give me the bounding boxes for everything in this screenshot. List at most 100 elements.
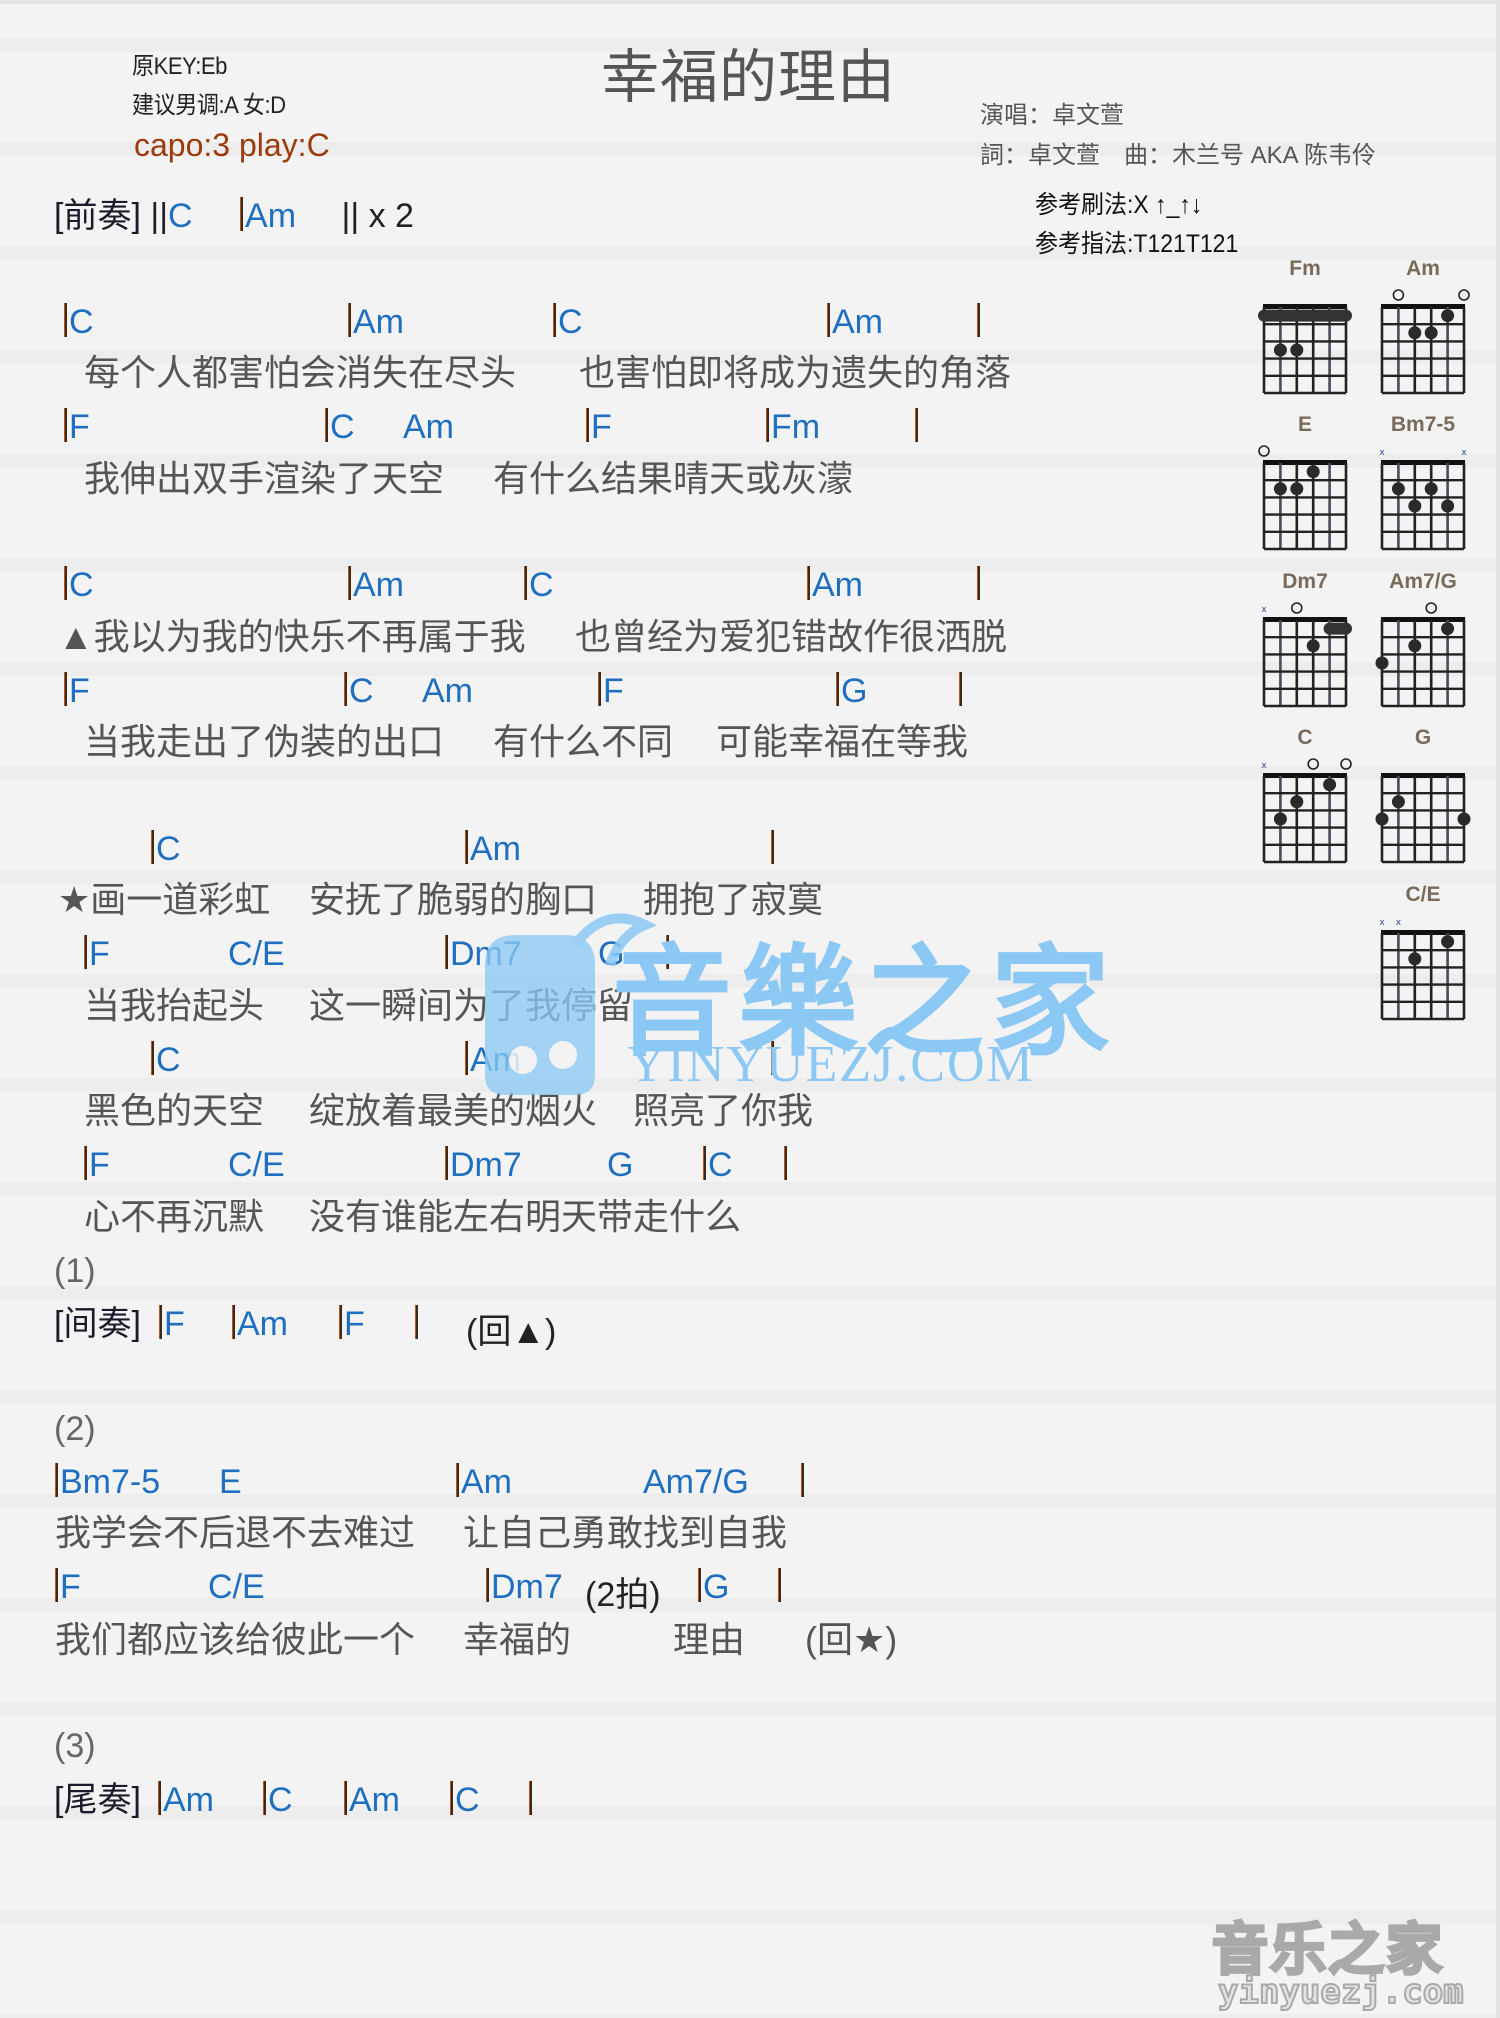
bar-line <box>263 1781 266 1815</box>
chord-name: G <box>703 1568 730 1606</box>
bar-line <box>151 830 154 864</box>
chord-cell <box>915 407 920 454</box>
chord-diagram-c: x <box>1261 758 1352 864</box>
chord-diagram-name: Am <box>1406 257 1440 280</box>
finger-dot <box>1290 343 1304 357</box>
chord-name: C <box>708 1146 733 1184</box>
finger-dot <box>1441 935 1455 949</box>
bar-line <box>766 408 769 442</box>
muted-string-marker: x <box>1396 918 1402 928</box>
muted-string-marker: x <box>1379 448 1385 458</box>
bar-line <box>801 1463 804 1497</box>
finger-dot <box>1441 499 1455 513</box>
chord-name: F <box>69 408 90 446</box>
chord-cell: F <box>339 1304 365 1351</box>
chord-cell: C <box>64 302 94 349</box>
nut <box>1381 617 1465 622</box>
chord-cell: Am <box>422 671 473 718</box>
chord-name: Dm7 <box>450 1146 522 1184</box>
chord-name: C <box>330 408 355 446</box>
bar-line <box>151 1041 154 1075</box>
open-string-marker <box>1425 602 1438 614</box>
chord-name: C <box>455 1781 480 1819</box>
watermark-site-url: YINYUEZJ.COM <box>628 1036 1035 1093</box>
lyric-phrase: ★画一道彩虹 <box>58 879 271 920</box>
bar-line <box>836 672 839 706</box>
finger-dot <box>1408 499 1422 513</box>
chord-diagram-name: Dm7 <box>1282 570 1328 593</box>
ending-marker-2: (2) <box>54 1410 96 1448</box>
writer-credit: 詞：卓文萱 曲：木兰号 AKA 陈韦伶 <box>980 142 1377 169</box>
finger-dot <box>1306 465 1320 479</box>
chord-name: Am <box>349 1781 400 1819</box>
barre <box>1258 309 1352 322</box>
bar-line <box>524 566 527 600</box>
chord-cell: C <box>703 1145 733 1192</box>
muted-string-marker: x <box>1261 761 1267 771</box>
chord-cell: F <box>159 1304 185 1351</box>
chord-name: C <box>349 672 374 710</box>
lyric-phrase: 也害怕即将成为遗失的角落 <box>579 352 1012 393</box>
muted-string-marker: x <box>1261 605 1267 615</box>
bar-line <box>64 672 67 706</box>
chord-cell: C <box>524 565 554 612</box>
chord-cell: Am <box>456 1462 512 1509</box>
chord-diagram-am <box>1380 289 1470 395</box>
prelude-label: [前奏] <box>54 197 141 235</box>
chord-name: C <box>558 303 583 341</box>
lyric-phrase: (回★) <box>805 1619 898 1660</box>
bar-line <box>450 1781 453 1815</box>
bar-line <box>84 935 87 969</box>
chord-name: F <box>344 1305 365 1343</box>
nut <box>1263 304 1347 309</box>
chord-cell: Am <box>827 302 883 349</box>
chord-cell: F <box>598 671 624 718</box>
chord-cell <box>778 1567 783 1614</box>
chord-name: Am7/G <box>643 1463 749 1501</box>
chord-name: Am <box>422 672 473 710</box>
lyric-phrase: 可能幸福在等我 <box>716 721 969 762</box>
original-key: 原KEY:Eb <box>132 53 227 80</box>
bar-line <box>698 1568 701 1602</box>
bar-line <box>339 1305 342 1339</box>
chord-name: F <box>164 1305 185 1343</box>
bar-line <box>344 1781 347 1815</box>
chord-name: Am <box>163 1781 214 1819</box>
bar-line <box>703 1146 706 1180</box>
lyric-phrase: 我伸出双手渲染了天空 <box>84 458 445 499</box>
chord-cell <box>977 302 982 349</box>
chord-cell: C <box>64 565 94 612</box>
lyric-phrase: 有什么结果晴天或灰濛 <box>493 458 854 499</box>
chord-cell: F <box>84 934 110 981</box>
lyric-phrase: 每个人都害怕会消失在尽头 <box>84 352 517 393</box>
chord-cell: C/E <box>228 934 285 981</box>
chord-name: F <box>89 935 110 973</box>
chord-name: C <box>156 830 181 868</box>
chord-name: F <box>591 408 612 446</box>
bar-line <box>344 672 347 706</box>
nut <box>1263 773 1347 778</box>
chord-cell: E <box>219 1462 242 1509</box>
bar-line <box>778 1568 781 1602</box>
nut <box>1263 460 1347 465</box>
barre <box>1323 622 1352 635</box>
chord-name: F <box>69 672 90 710</box>
lyric-phrase: ▲我以为我的快乐不再属于我 <box>58 616 526 657</box>
finger-dot <box>1290 482 1304 496</box>
finger-dot <box>1273 343 1287 357</box>
open-string-marker <box>1392 289 1405 301</box>
chord-diagram-name: C/E <box>1405 883 1441 906</box>
ending-marker-3: (3) <box>54 1727 96 1765</box>
finger-dot <box>1306 639 1320 653</box>
chord-cell: G <box>836 671 867 718</box>
bar-line <box>55 1463 58 1497</box>
nut <box>1381 930 1465 935</box>
outro-label: [尾奏] <box>54 1781 141 1819</box>
finger-dot <box>1375 656 1389 670</box>
lyric-phrase: 黑色的天空 <box>84 1090 265 1131</box>
finger-dot <box>1408 639 1422 653</box>
ending-marker-1: (1) <box>54 1252 96 1290</box>
bar-line <box>240 197 244 231</box>
muted-string-marker: x <box>1379 918 1385 928</box>
bar-line <box>807 566 810 600</box>
